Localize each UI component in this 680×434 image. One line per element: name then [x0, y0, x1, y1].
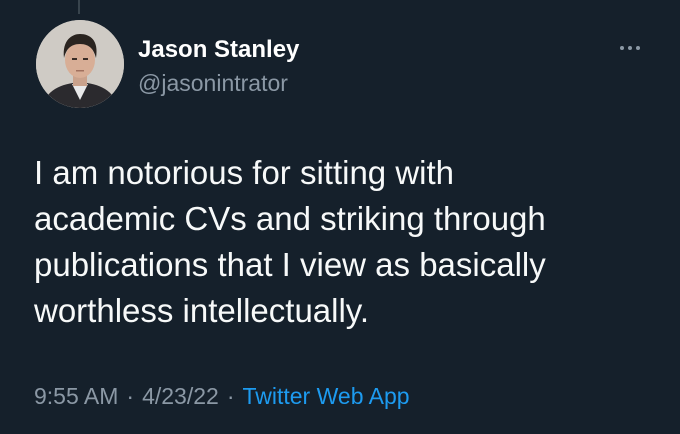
tweet-text-line: academic CVs and striking through	[34, 200, 546, 237]
author-name[interactable]: Jason Stanley	[138, 36, 299, 64]
more-horizontal-icon	[636, 46, 640, 50]
tweet-card: Jason Stanley @jasonintrator I am notori…	[0, 0, 680, 434]
tweet-text-line: I am notorious for sitting with	[34, 154, 455, 191]
author-handle[interactable]: @jasonintrator	[138, 69, 288, 97]
avatar-image	[36, 20, 124, 108]
more-horizontal-icon	[620, 46, 624, 50]
tweet-text: I am notorious for sitting with academic…	[34, 150, 654, 334]
meta-separator: ·	[126, 383, 135, 409]
avatar[interactable]	[36, 20, 124, 108]
tweet-text-line: worthless intellectually.	[34, 292, 370, 329]
tweet-source-link[interactable]: Twitter Web App	[242, 383, 409, 409]
more-options-button[interactable]	[612, 34, 648, 62]
tweet-metadata: 9:55 AM · 4/23/22 · Twitter Web App	[34, 380, 410, 412]
more-horizontal-icon	[628, 46, 632, 50]
tweet-date[interactable]: 4/23/22	[142, 383, 219, 409]
tweet-time[interactable]: 9:55 AM	[34, 383, 118, 409]
tweet-text-line: publications that I view as basically	[34, 246, 546, 283]
meta-separator: ·	[226, 383, 235, 409]
